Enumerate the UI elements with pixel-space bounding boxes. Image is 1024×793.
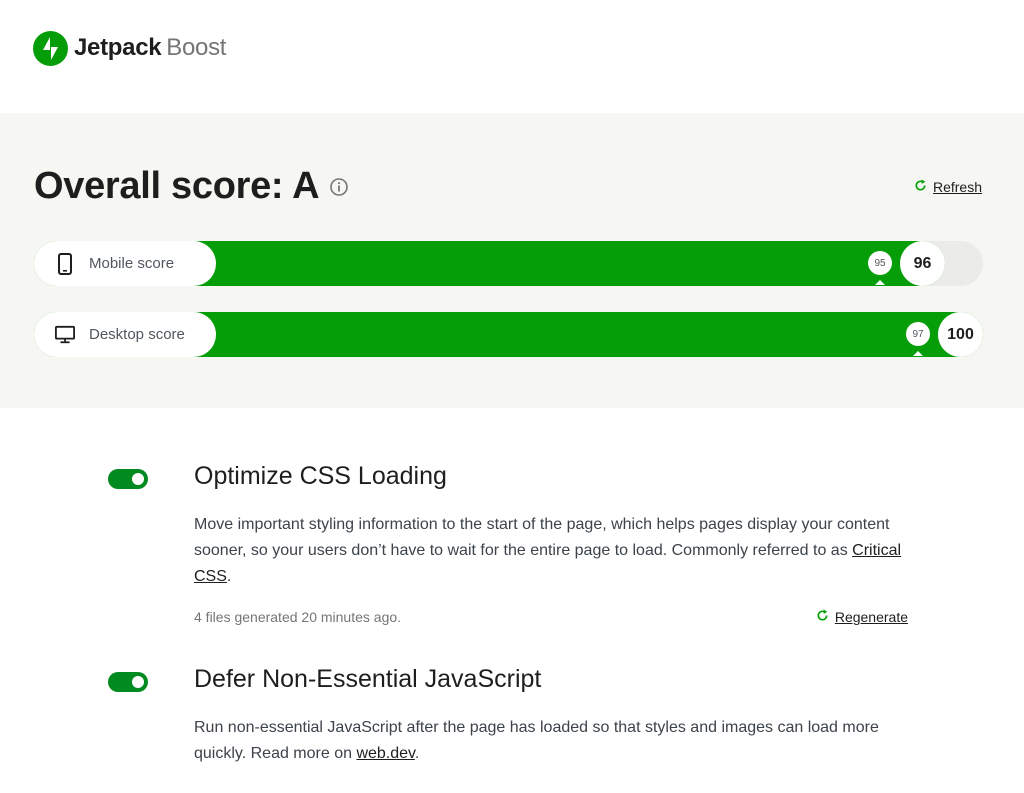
mobile-score-label-pill: Mobile score bbox=[34, 241, 216, 286]
optimize-css-title: Optimize CSS Loading bbox=[194, 462, 447, 490]
critical-css-status: 4 files generated 20 minutes ago. bbox=[194, 609, 402, 625]
optimize-css-description: Move important styling information to th… bbox=[194, 512, 908, 590]
defer-js-desc-end: . bbox=[414, 745, 420, 762]
optimize-css-toggle[interactable] bbox=[108, 469, 148, 489]
toggle-knob bbox=[132, 676, 144, 688]
mobile-score-label: Mobile score bbox=[89, 255, 175, 272]
defer-js-title: Defer Non-Essential JavaScript bbox=[194, 665, 542, 693]
logo-word-boost: Boost bbox=[166, 34, 227, 61]
info-icon[interactable] bbox=[329, 177, 349, 197]
defer-js-description: Run non-essential JavaScript after the p… bbox=[194, 715, 908, 767]
jetpack-bolt-icon bbox=[33, 30, 68, 66]
regenerate-icon bbox=[816, 609, 829, 625]
overall-score-text: Overall score: A bbox=[34, 165, 320, 207]
regenerate-label: Regenerate bbox=[834, 609, 908, 625]
desktop-monitor-icon bbox=[55, 324, 75, 346]
logo-text: Jetpack Boost bbox=[74, 34, 226, 62]
score-panel: Overall score: A Refresh Mobile score 95… bbox=[0, 113, 1024, 408]
desktop-score-value: 100 bbox=[938, 312, 983, 357]
refresh-icon bbox=[914, 179, 927, 195]
mobile-previous-score[interactable]: 95 bbox=[868, 251, 893, 285]
regenerate-button[interactable]: Regenerate bbox=[816, 609, 908, 625]
refresh-label: Refresh bbox=[932, 179, 982, 195]
refresh-button[interactable]: Refresh bbox=[914, 179, 982, 195]
overall-score-heading: Overall score: A bbox=[34, 165, 349, 208]
defer-js-toggle[interactable] bbox=[108, 672, 148, 692]
desktop-previous-score[interactable]: 97 bbox=[906, 322, 930, 356]
mobile-score-bar: Mobile score 95 96 bbox=[34, 241, 983, 286]
page-header: Jetpack Boost bbox=[0, 0, 1024, 113]
logo-word-jetpack: Jetpack bbox=[74, 34, 162, 61]
web-dev-link[interactable]: web.dev bbox=[356, 745, 414, 762]
desktop-score-label-pill: Desktop score bbox=[34, 312, 216, 357]
defer-js-desc-text: Run non-essential JavaScript after the p… bbox=[194, 719, 879, 762]
toggle-knob bbox=[132, 473, 144, 485]
desktop-score-bar: Desktop score 97 100 bbox=[34, 312, 983, 357]
jetpack-boost-logo[interactable]: Jetpack Boost bbox=[33, 30, 226, 66]
desktop-score-label: Desktop score bbox=[89, 326, 185, 343]
mobile-score-value: 96 bbox=[900, 241, 946, 286]
mobile-phone-icon bbox=[55, 252, 75, 275]
optimize-css-desc-end: . bbox=[226, 568, 232, 585]
optimize-css-desc-text: Move important styling information to th… bbox=[194, 516, 890, 559]
